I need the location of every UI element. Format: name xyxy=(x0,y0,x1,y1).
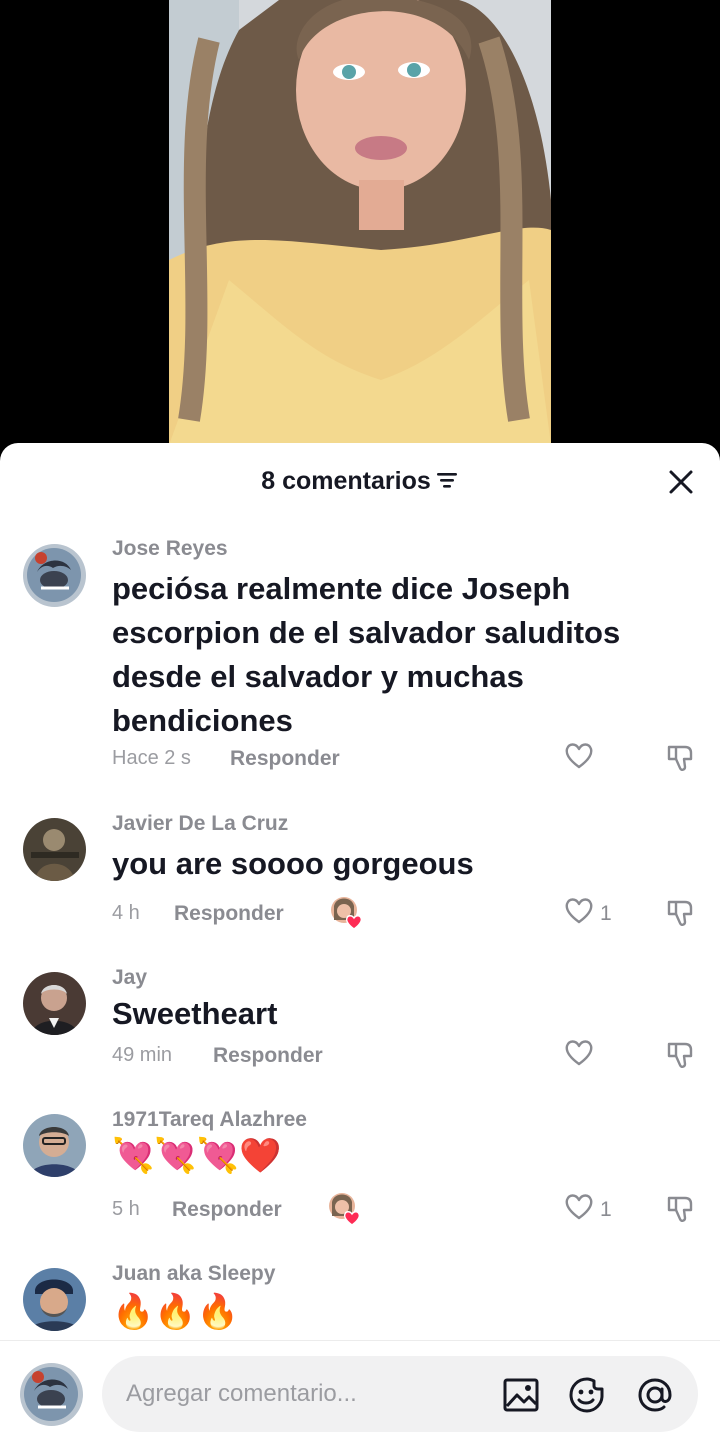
comment-item: Jay Sweetheart 49 min Responder xyxy=(0,966,720,1082)
comment-timestamp: Hace 2 s xyxy=(112,747,191,769)
avatar[interactable] xyxy=(23,818,86,881)
comment-text: you are soooo gorgeous xyxy=(112,846,474,881)
at-mention-icon xyxy=(638,1378,672,1412)
comment-input-bar xyxy=(0,1340,720,1456)
reply-button[interactable]: Responder xyxy=(230,747,340,771)
like-button[interactable] xyxy=(564,896,594,930)
heart-outline-icon xyxy=(565,1040,593,1066)
mention-button[interactable] xyxy=(636,1376,674,1414)
comment-username[interactable]: Juan aka Sleepy xyxy=(112,1262,275,1286)
comment-username[interactable]: Jose Reyes xyxy=(112,537,228,561)
like-count: 1 xyxy=(600,902,612,925)
heart-outline-icon xyxy=(565,1194,593,1220)
like-button[interactable] xyxy=(564,741,594,775)
dislike-button[interactable] xyxy=(665,896,699,930)
comment-item: Javier De La Cruz you are soooo gorgeous… xyxy=(0,812,720,938)
comment-meta: 49 min Responder xyxy=(112,1040,712,1074)
reply-button[interactable]: Responder xyxy=(172,1198,282,1222)
comment-text: 🔥🔥🔥 xyxy=(112,1293,240,1331)
comment-item: Jose Reyes peciósa realmente dice Joseph… xyxy=(0,537,720,783)
heart-outline-icon xyxy=(565,743,593,769)
close-icon xyxy=(669,470,693,494)
thumbs-down-icon xyxy=(667,1042,693,1068)
comment-text: peciósa realmente dice Joseph escorpion … xyxy=(112,571,621,738)
avatar[interactable] xyxy=(23,1114,86,1177)
video-thumbnail-illustration xyxy=(169,0,551,445)
avatar[interactable] xyxy=(23,972,86,1035)
comments-sheet: 8 comentarios Jose Reyes peciósa realmen… xyxy=(0,443,720,1456)
avatar[interactable] xyxy=(23,544,86,607)
sticker-button[interactable] xyxy=(568,1376,606,1414)
dislike-button[interactable] xyxy=(665,1038,699,1072)
comment-timestamp: 5 h xyxy=(112,1198,140,1220)
thumbs-down-icon xyxy=(667,1196,693,1222)
creator-liked-badge xyxy=(330,896,364,930)
comment-timestamp: 49 min xyxy=(112,1044,173,1066)
comment-input[interactable] xyxy=(126,1356,506,1432)
close-button[interactable] xyxy=(666,467,696,497)
like-button[interactable] xyxy=(564,1192,594,1226)
comment-username[interactable]: Javier De La Cruz xyxy=(112,812,288,836)
comment-count-label: 8 comentarios xyxy=(261,467,431,495)
own-avatar[interactable] xyxy=(20,1363,83,1426)
dislike-button[interactable] xyxy=(665,1192,699,1226)
image-icon xyxy=(503,1378,539,1412)
reply-button[interactable]: Responder xyxy=(174,902,284,926)
comment-item: Juan aka Sleepy 🔥🔥🔥 xyxy=(0,1262,720,1343)
comment-timestamp: 4 h xyxy=(112,902,140,924)
comment-text: 💘💘💘❤️ xyxy=(112,1137,282,1175)
comments-title: 8 comentarios xyxy=(0,467,720,496)
comment-meta: Hace 2 s Responder xyxy=(112,743,712,777)
comment-input-container xyxy=(102,1356,698,1432)
thumbs-down-icon xyxy=(667,745,693,771)
filter-icon[interactable] xyxy=(436,466,459,495)
comment-username[interactable]: Jay xyxy=(112,966,147,990)
image-button[interactable] xyxy=(502,1376,540,1414)
creator-liked-badge xyxy=(328,1192,362,1226)
comments-header: 8 comentarios xyxy=(0,443,720,523)
heart-outline-icon xyxy=(565,898,593,924)
comment-item: 1971Tareq Alazhree 💘💘💘❤️ 5 h Responder 1 xyxy=(0,1108,720,1234)
thumbs-down-icon xyxy=(667,900,693,926)
comment-text: Sweetheart xyxy=(112,996,278,1031)
like-count: 1 xyxy=(600,1198,612,1221)
emoji-sticker-icon xyxy=(569,1377,604,1413)
video-frame xyxy=(169,0,551,445)
reply-button[interactable]: Responder xyxy=(213,1044,323,1068)
comment-meta: 4 h Responder 1 xyxy=(112,897,712,932)
comment-meta: 5 h Responder 1 xyxy=(112,1193,712,1228)
comment-username[interactable]: 1971Tareq Alazhree xyxy=(112,1108,307,1132)
avatar[interactable] xyxy=(23,1268,86,1331)
like-button[interactable] xyxy=(564,1038,594,1072)
dislike-button[interactable] xyxy=(665,741,699,775)
video-player[interactable] xyxy=(0,0,720,445)
